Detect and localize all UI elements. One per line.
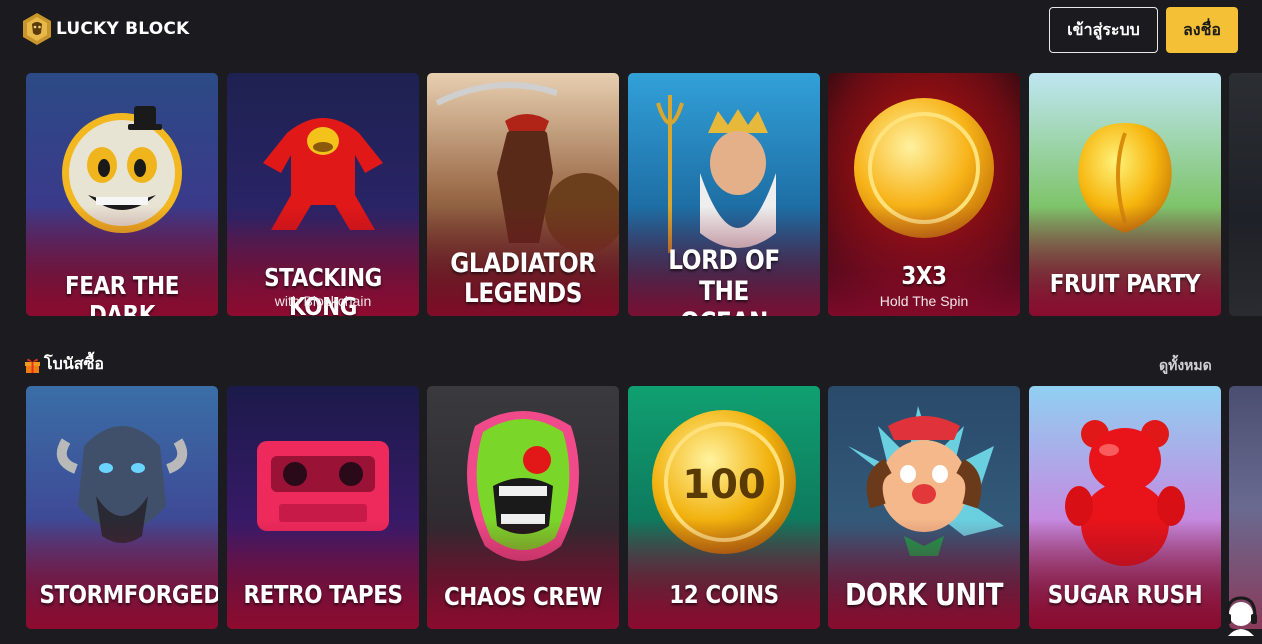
game-title: SUGAR RUSH: [1047, 580, 1203, 609]
game-title: STORMFORGED: [39, 580, 218, 609]
brand-logo[interactable]: LUCKY BLOCK: [21, 12, 189, 46]
game-card-gladiator-legends[interactable]: GLADIATOR LEGENDS: [427, 73, 619, 316]
game-card-sugar-rush[interactable]: SUGAR RUSH: [1029, 386, 1221, 629]
game-title: 3X3: [901, 261, 947, 290]
game-card-partial[interactable]: [1229, 73, 1262, 316]
game-title: FEAR THE DARK: [65, 271, 179, 316]
game-card-12-coins[interactable]: 100 12 COINS: [628, 386, 820, 629]
game-card-stormforged[interactable]: STORMFORGED: [26, 386, 218, 629]
game-title: 12 COINS: [669, 580, 779, 609]
game-card-lord-of-the-ocean[interactable]: LORD OF THE OCEAN: [628, 73, 820, 316]
game-subtitle: Hold The Spin: [879, 293, 969, 309]
game-title: GLADIATOR LEGENDS: [450, 248, 596, 309]
game-card-3x3-hold-the-spin[interactable]: 3X3 Hold The Spin: [828, 73, 1020, 316]
brand-name: LUCKY BLOCK: [56, 19, 190, 39]
game-title: DORK UNIT: [844, 578, 1004, 613]
game-card-stacking-kong[interactable]: STACKING KONG with Blockchain: [227, 73, 419, 316]
gift-icon: [25, 358, 40, 373]
game-card-chaos-crew[interactable]: CHAOS CREW: [427, 386, 619, 629]
game-card-partial[interactable]: [1229, 386, 1262, 629]
game-title: RETRO TAPES: [243, 580, 403, 609]
section-title-text: โบนัสซื้อ: [44, 354, 104, 373]
game-card-fruit-party[interactable]: FRUIT PARTY: [1029, 73, 1221, 316]
top-navbar: LUCKY BLOCK เข้าสู่ระบบ ลงชื่อ: [0, 0, 1262, 60]
game-title: CHAOS CREW: [443, 582, 603, 611]
svg-text:100: 100: [682, 462, 766, 508]
register-button[interactable]: ลงชื่อ: [1166, 7, 1238, 53]
login-button[interactable]: เข้าสู่ระบบ: [1049, 7, 1158, 53]
games-row-bonus-buy: STORMFORGED RETRO TAPES CHAOS CREW 100 1…: [26, 386, 1262, 629]
game-card-retro-tapes[interactable]: RETRO TAPES: [227, 386, 419, 629]
game-title: FRUIT PARTY: [1049, 269, 1201, 298]
headset-support-icon[interactable]: [1222, 596, 1260, 636]
game-card-fear-the-dark[interactable]: FEAR THE DARK: [26, 73, 218, 316]
game-subtitle: with Blockchain: [274, 293, 372, 309]
section-title-bonus-buy: โบนัสซื้อ: [24, 352, 104, 377]
game-card-dork-unit[interactable]: DORK UNIT: [828, 386, 1020, 629]
games-row-featured: FEAR THE DARK STACKING KONG with Blockch…: [26, 73, 1262, 316]
lucky-block-logo-icon: [23, 13, 51, 45]
game-title: LORD OF THE OCEAN: [668, 245, 780, 316]
view-all-link[interactable]: ดูทั้งหมด: [1159, 355, 1212, 377]
